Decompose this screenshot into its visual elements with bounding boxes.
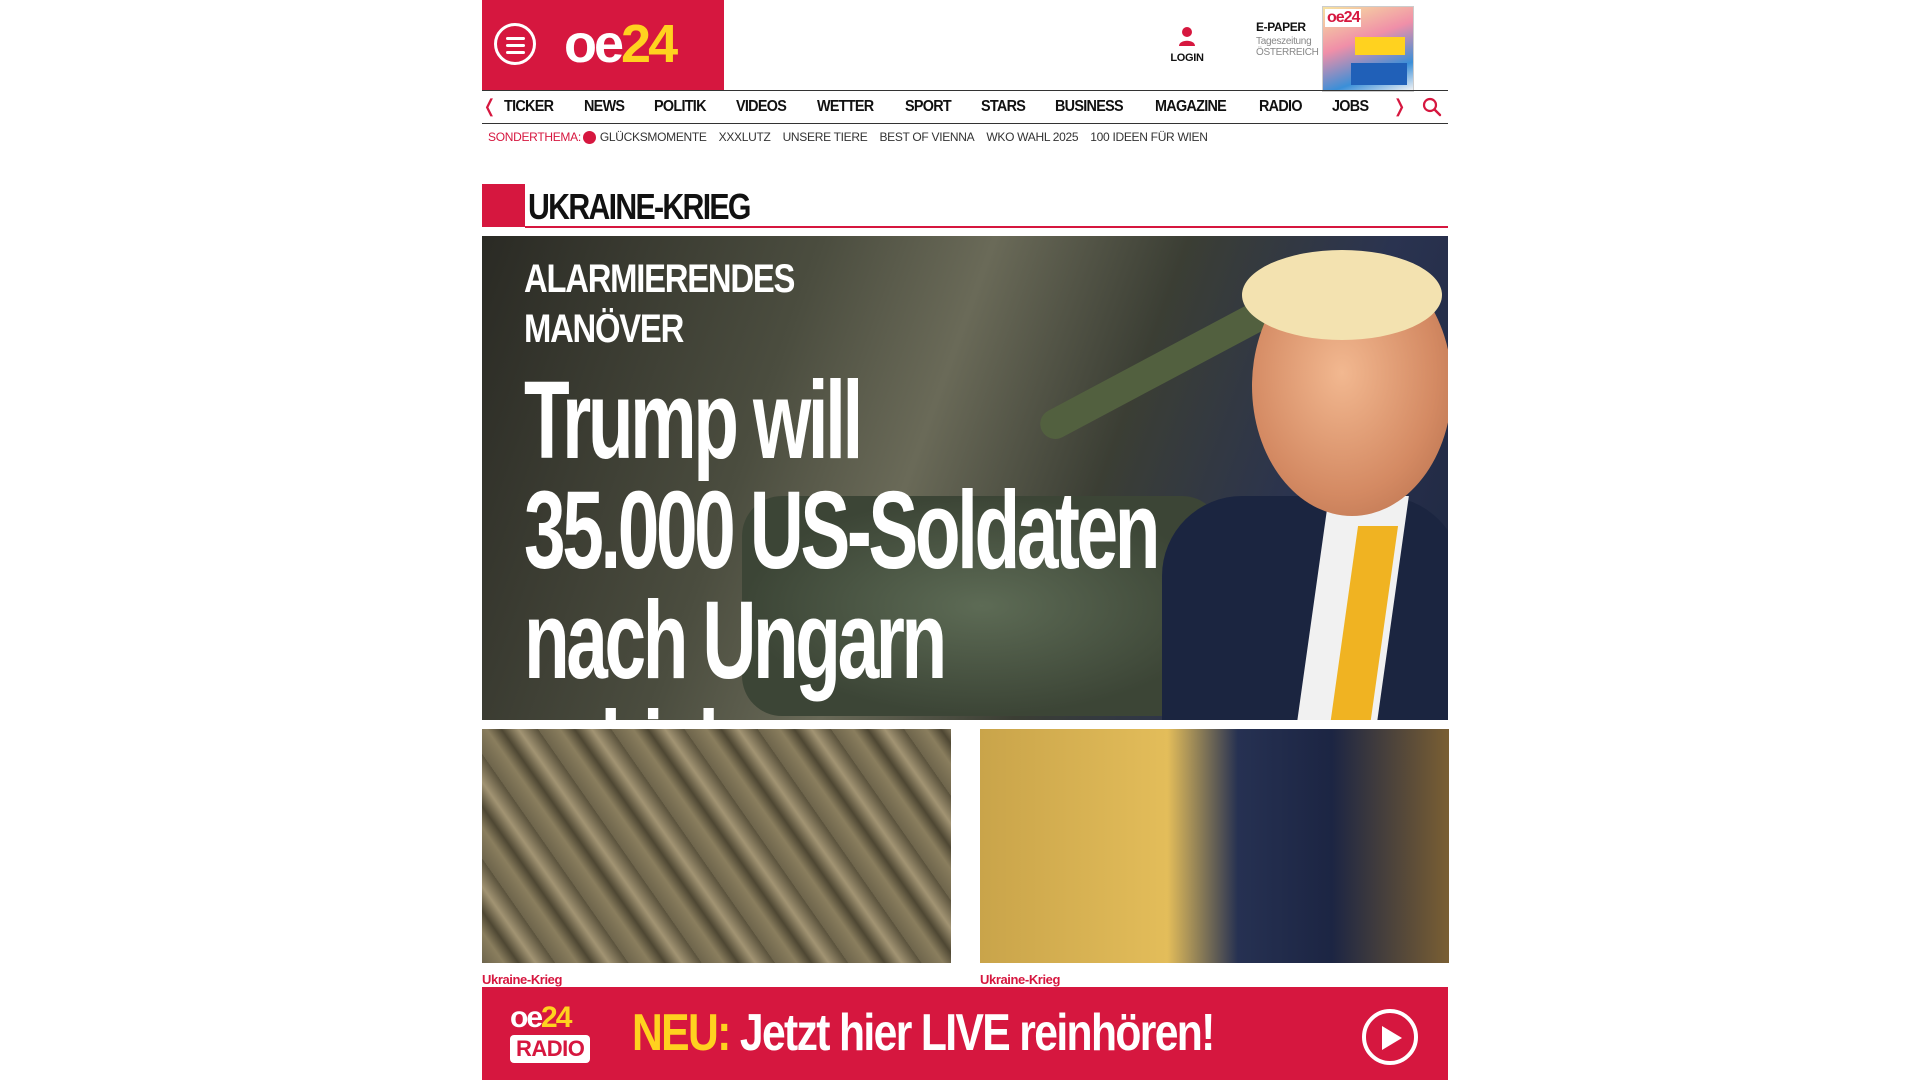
epaper-title: E-PAPER <box>1256 20 1306 34</box>
page: oe24 LOGIN E-PAPER Tageszeitung ÖSTERREI… <box>482 0 1449 1080</box>
radio-logo: oe24 RADIO <box>510 1003 600 1071</box>
nav-item-videos[interactable]: VIDEOS <box>736 91 787 123</box>
play-icon <box>1382 1026 1402 1050</box>
nav-item-news[interactable]: NEWS <box>584 91 625 123</box>
flame-icon <box>582 131 596 144</box>
epaper-cover-masthead: oe24 <box>1325 9 1362 27</box>
nav-item-radio[interactable]: RADIO <box>1259 91 1303 123</box>
nav-item-business[interactable]: BUSINESS <box>1055 91 1124 123</box>
subnav: SONDERTHEMA: GLÜCKSMOMENTE XXXLUTZ UNSERE … <box>488 130 1220 146</box>
teaser-category[interactable]: Ukraine-Krieg <box>980 972 1449 987</box>
subnav-item[interactable]: WKO WAHL 2025 <box>986 130 1078 146</box>
nav-item-stars[interactable]: STARS <box>981 91 1026 123</box>
teaser-category[interactable]: Ukraine-Krieg <box>482 972 951 987</box>
login-button[interactable]: LOGIN <box>1162 26 1212 66</box>
search-icon[interactable] <box>1422 97 1442 117</box>
subnav-item[interactable]: UNSERE TIERE <box>783 130 868 146</box>
user-icon <box>1179 27 1195 46</box>
nav-item-jobs[interactable]: JOBS <box>1332 91 1369 123</box>
nav-item-politik[interactable]: POLITIK <box>654 91 706 123</box>
site-logo[interactable]: oe24 <box>564 14 678 74</box>
subnav-label: SONDERTHEMA: <box>488 130 581 144</box>
section-heading: UKRAINE-KRIEG <box>482 184 1448 228</box>
nav-item-sport[interactable]: SPORT <box>905 91 952 123</box>
play-button[interactable] <box>1362 1009 1418 1065</box>
logo-area: oe24 <box>482 0 724 90</box>
hero-kicker: ALARMIERENDES MANÖVER <box>524 257 795 351</box>
radio-banner[interactable]: oe24 RADIO NEU: Jetzt hier LIVE reinhöre… <box>482 987 1448 1080</box>
nav-item-wetter[interactable]: WETTER <box>817 91 874 123</box>
nav-item-magazine[interactable]: MAGAZINE <box>1155 91 1227 123</box>
subnav-item[interactable]: XXXLUTZ <box>719 130 771 146</box>
teaser-image <box>482 729 951 963</box>
section-title[interactable]: UKRAINE-KRIEG <box>528 186 751 228</box>
nav-item-ticker[interactable]: TICKER <box>504 91 554 123</box>
teaser-article[interactable]: Ukraine-Krieg <box>980 729 1449 987</box>
epaper-subtitle-2: ÖSTERREICH <box>1256 47 1319 58</box>
nav-prev-arrow-icon[interactable]: ❬ <box>482 96 497 117</box>
epaper-link[interactable]: E-PAPER Tageszeitung ÖSTERREICH <box>1256 20 1319 58</box>
nav-items: TICKER NEWS POLITIK VIDEOS WETTER SPORT STARS B… <box>504 91 1397 123</box>
epaper-cover-image[interactable]: oe24 <box>1322 6 1414 92</box>
hero-article[interactable]: ALARMIERENDES MANÖVER Trump will 35.000 … <box>482 236 1448 720</box>
radio-cta-text: NEU: Jetzt hier LIVE reinhören! <box>632 1004 1215 1062</box>
nav-next-arrow-icon[interactable]: ❭ <box>1392 96 1407 117</box>
subnav-item[interactable]: BEST OF VIENNA <box>879 130 974 146</box>
hamburger-menu-icon[interactable] <box>494 23 536 65</box>
login-label: LOGIN <box>1170 52 1204 64</box>
main-nav: ❬ TICKER NEWS POLITIK VIDEOS WETTER SPORT STAR… <box>482 90 1448 124</box>
teaser-article[interactable]: Ukraine-Krieg <box>482 729 951 987</box>
teaser-image <box>980 729 1449 963</box>
epaper-subtitle: Tageszeitung <box>1256 36 1312 47</box>
subnav-item[interactable]: GLÜCKSMOMENTE <box>600 130 707 146</box>
subnav-item[interactable]: 100 IDEEN FÜR WIEN <box>1090 130 1208 146</box>
hero-headline: Trump will 35.000 US-Soldaten nach Ungar… <box>524 359 1160 721</box>
